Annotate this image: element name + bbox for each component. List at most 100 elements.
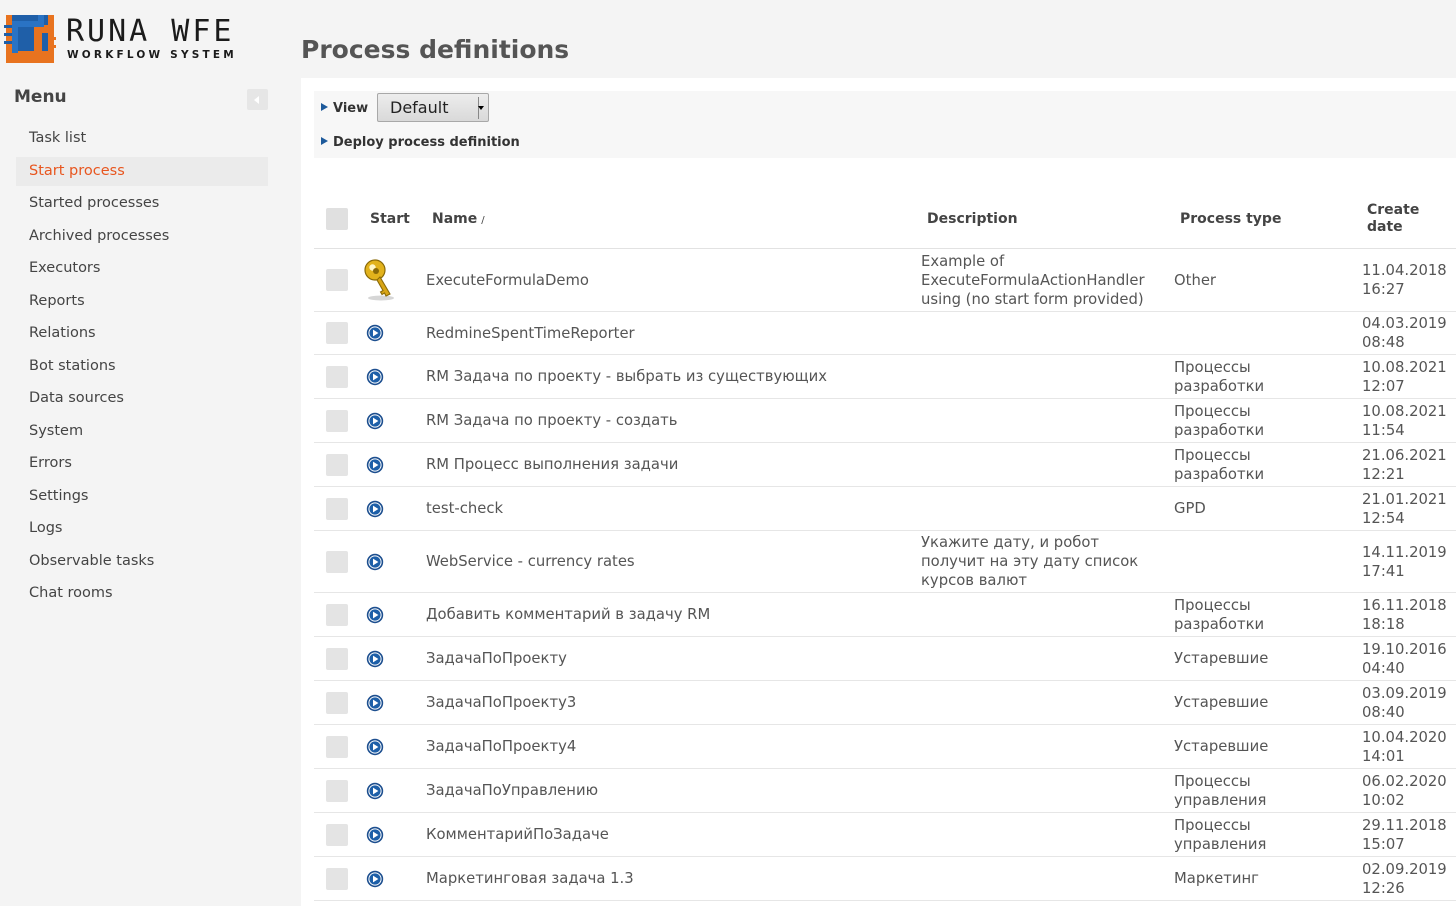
start-process-button[interactable]	[361, 500, 425, 518]
sidebar-item-errors[interactable]: Errors	[16, 449, 268, 478]
start-process-button[interactable]	[361, 324, 425, 342]
row-checkbox[interactable]	[326, 365, 348, 388]
table-row[interactable]: Добавить комментарий в задачу RM Процессы…	[314, 592, 1456, 637]
key-icon[interactable]	[361, 258, 425, 302]
sidebar-item-bot-stations[interactable]: Bot stations	[16, 352, 268, 381]
process-name[interactable]: ЗадачаПоПроекту3	[425, 680, 920, 725]
view-select[interactable]: Default	[377, 93, 489, 122]
create-time: 15:07	[1362, 835, 1405, 853]
start-process-button[interactable]	[361, 412, 425, 430]
table-row[interactable]: WebService - currency rates Укажите дату,…	[314, 530, 1456, 593]
process-name[interactable]: RedmineSpentTimeReporter	[425, 311, 920, 355]
table-row[interactable]: Маркетинговая задача 1.3 Маркетинг 02.09.2…	[314, 856, 1456, 901]
sidebar-item-settings[interactable]: Settings	[16, 482, 268, 511]
process-name[interactable]: ExecuteFormulaDemo	[425, 248, 920, 312]
table-row[interactable]: КомментарийПоЗадаче Процессы управления 29.…	[314, 812, 1456, 857]
row-checkbox[interactable]	[326, 497, 348, 520]
start-process-button[interactable]	[361, 650, 425, 668]
start-process-button[interactable]	[361, 826, 425, 844]
process-type: Процессы разработки	[1174, 354, 1362, 399]
table-row[interactable]: RM Процесс выполнения задачи Процессы разр…	[314, 442, 1456, 487]
table-row[interactable]: ЗадачаПоПроекту3 Устаревшие 03.09.2019 08:4…	[314, 680, 1456, 725]
play-icon	[366, 694, 384, 711]
table-row[interactable]: ЗадачаПоПроекту4 Устаревшие 10.04.2020 14:0…	[314, 724, 1456, 769]
start-process-button[interactable]	[361, 456, 425, 474]
logo[interactable]: RUNA WFE WORKFLOW SYSTEM	[4, 13, 254, 65]
menu-collapse-button[interactable]	[247, 89, 268, 110]
sidebar-item-task-list[interactable]: Task list	[16, 124, 268, 153]
sidebar-item-observable-tasks[interactable]: Observable tasks	[16, 547, 268, 576]
row-checkbox[interactable]	[326, 453, 348, 476]
process-type-line: Процессы	[1174, 596, 1251, 614]
process-name[interactable]: ЗадачаПоПроекту	[425, 636, 920, 681]
view-toggle[interactable]: View	[321, 101, 368, 116]
sidebar-item-started-processes[interactable]: Started processes	[16, 189, 268, 218]
process-name[interactable]: Добавить комментарий в задачу RM	[425, 592, 920, 637]
process-name[interactable]: ЗадачаПоУправлению	[425, 768, 920, 813]
process-name[interactable]: RM Процесс выполнения задачи	[425, 442, 920, 487]
process-name[interactable]: КомментарийПоЗадаче	[425, 812, 920, 857]
header-process-type[interactable]: Process type	[1174, 190, 1362, 249]
triangle-right-icon	[321, 103, 328, 111]
row-checkbox-cell	[314, 680, 361, 725]
create-time: 12:21	[1362, 465, 1405, 483]
process-name[interactable]: ЗадачаПоПроекту4	[425, 724, 920, 769]
sidebar-item-chat-rooms[interactable]: Chat rooms	[16, 579, 268, 608]
table-row[interactable]: ExecuteFormulaDemo Example of ExecuteFormu…	[314, 248, 1456, 312]
row-checkbox[interactable]	[326, 322, 348, 344]
header-description-label: Description	[927, 211, 1018, 227]
row-checkbox[interactable]	[326, 603, 348, 626]
process-name[interactable]: WebService - currency rates	[425, 530, 920, 593]
start-process-button[interactable]	[361, 782, 425, 800]
sidebar-item-archived-processes[interactable]: Archived processes	[16, 222, 268, 251]
row-checkbox[interactable]	[326, 647, 348, 670]
start-cell	[361, 442, 425, 487]
process-type-line: Процессы	[1174, 772, 1251, 790]
sidebar-item-start-process[interactable]: Start process	[16, 156, 268, 186]
sidebar-item-reports[interactable]: Reports	[16, 287, 268, 316]
row-checkbox[interactable]	[326, 779, 348, 802]
sidebar-item-logs[interactable]: Logs	[16, 514, 268, 543]
start-cell	[361, 398, 425, 443]
table-body: ExecuteFormulaDemo Example of ExecuteFormu…	[314, 248, 1456, 901]
process-name[interactable]: test-check	[425, 486, 920, 531]
create-date: 19.10.2016 04:40	[1362, 636, 1456, 681]
header-description[interactable]: Description	[920, 190, 1174, 249]
start-process-button[interactable]	[361, 553, 425, 571]
row-checkbox-cell	[314, 768, 361, 813]
sidebar: RUNA WFE WORKFLOW SYSTEM Menu Task list S…	[0, 0, 285, 906]
start-process-button[interactable]	[361, 694, 425, 712]
process-name[interactable]: RM Задача по проекту - выбрать из сущест…	[425, 354, 920, 399]
table-row[interactable]: RM Задача по проекту - выбрать из сущест…	[314, 354, 1456, 399]
table-row[interactable]: test-check GPD 21.01.2021 12:54	[314, 486, 1456, 531]
sidebar-item-system[interactable]: System	[16, 417, 268, 446]
start-process-button[interactable]	[361, 738, 425, 756]
row-checkbox[interactable]	[326, 735, 348, 758]
table-row[interactable]: RM Задача по проекту - создать Процессы ра…	[314, 398, 1456, 443]
table-row[interactable]: ЗадачаПоУправлению Процессы управления 06.0…	[314, 768, 1456, 813]
row-checkbox[interactable]	[326, 409, 348, 432]
sidebar-item-data-sources[interactable]: Data sources	[16, 384, 268, 413]
row-checkbox[interactable]	[326, 823, 348, 846]
header-name[interactable]: Name /	[425, 190, 920, 249]
row-checkbox[interactable]	[326, 867, 348, 890]
start-process-button[interactable]	[361, 870, 425, 888]
start-process-button[interactable]	[361, 606, 425, 624]
start-cell	[361, 530, 425, 593]
select-all-checkbox[interactable]	[326, 208, 348, 230]
table-row[interactable]: ЗадачаПоПроекту Устаревшие 19.10.2016 04:40	[314, 636, 1456, 681]
table-row[interactable]: RedmineSpentTimeReporter 04.03.2019 08:48	[314, 311, 1456, 355]
process-name[interactable]: Маркетинговая задача 1.3	[425, 856, 920, 901]
process-name[interactable]: RM Задача по проекту - создать	[425, 398, 920, 443]
row-checkbox[interactable]	[326, 550, 348, 573]
process-type-line: управления	[1174, 791, 1267, 809]
row-checkbox[interactable]	[326, 691, 348, 714]
sidebar-item-relations[interactable]: Relations	[16, 319, 268, 348]
row-checkbox[interactable]	[326, 269, 348, 291]
start-process-button[interactable]	[361, 368, 425, 386]
deploy-toggle[interactable]: Deploy process definition	[321, 135, 520, 150]
sidebar-item-executors[interactable]: Executors	[16, 254, 268, 283]
start-cell	[361, 768, 425, 813]
row-checkbox-cell	[314, 398, 361, 443]
header-create-date[interactable]: Create date	[1362, 190, 1456, 249]
